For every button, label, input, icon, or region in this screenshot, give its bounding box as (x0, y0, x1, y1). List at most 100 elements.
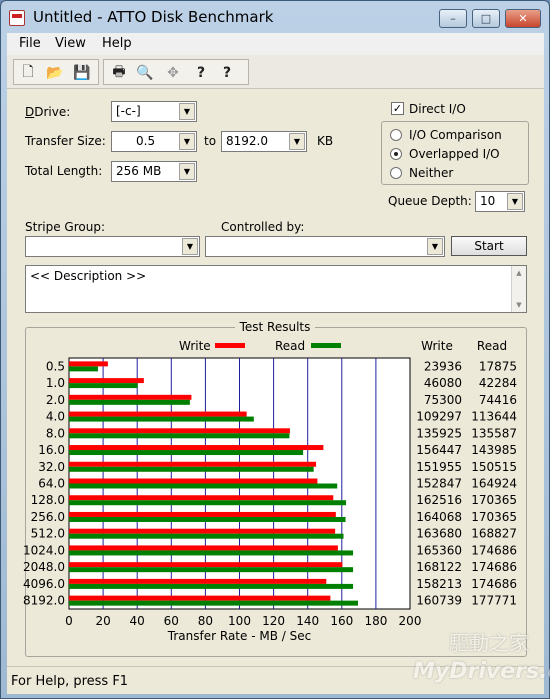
move-icon[interactable]: ✥ (162, 62, 184, 83)
table-write-value: 156447 (416, 443, 462, 457)
y-tick-label: 2.0 (46, 393, 65, 407)
table-read-header: Read (477, 339, 507, 353)
y-tick-label: 1024.0 (23, 543, 65, 557)
table-read-value: 168827 (471, 527, 517, 541)
x-tick-label: 120 (262, 614, 285, 628)
legend-write-swatch (215, 343, 245, 348)
bar-read (69, 483, 338, 489)
table-write-header: Write (421, 339, 453, 353)
y-tick-label: 16.0 (38, 443, 65, 457)
menu-help[interactable]: Help (102, 36, 132, 51)
table-read-value: 174686 (471, 577, 517, 591)
y-tick-label: 8192.0 (23, 594, 65, 608)
table-write-value: 151955 (416, 460, 462, 474)
x-tick-label: 0 (65, 614, 73, 628)
bar-read (69, 416, 254, 422)
table-read-value: 113644 (471, 410, 517, 424)
table-write-value: 165360 (416, 543, 462, 557)
table-read-value: 177771 (471, 594, 517, 608)
bar-write (69, 461, 317, 467)
bar-write (69, 378, 144, 384)
y-tick-label: 256.0 (31, 510, 65, 524)
table-write-value: 164068 (416, 510, 462, 524)
watermark-logo: 驅動之家 MyDrivers.com (411, 623, 550, 693)
maximize-button[interactable]: □ (472, 9, 500, 28)
table-write-value: 158213 (416, 577, 462, 591)
bar-write (69, 495, 334, 501)
status-text: For Help, press F1 (11, 674, 129, 689)
bar-read (69, 383, 138, 389)
print-icon[interactable]: 🖶 (108, 62, 130, 83)
bar-read (69, 399, 190, 405)
x-tick-label: 140 (296, 614, 319, 628)
y-tick-label: 2048.0 (23, 560, 65, 574)
toolbar-tools-group: 🖶 🔍 ✥ ? ? (103, 59, 249, 85)
x-tick-label: 100 (228, 614, 251, 628)
bar-write (69, 445, 324, 451)
table-write-value: 152847 (416, 477, 462, 491)
table-write-value: 135925 (416, 426, 462, 440)
watermark-site-text: MyDrivers.com (413, 659, 550, 684)
table-write-value: 75300 (424, 393, 462, 407)
table-read-value: 135587 (471, 426, 517, 440)
bar-write (69, 545, 338, 551)
menu-view[interactable]: View (55, 36, 86, 51)
y-tick-label: 64.0 (38, 477, 65, 491)
table-write-value: 109297 (416, 410, 462, 424)
new-file-icon[interactable]: 🗋 (17, 62, 39, 83)
bar-read (69, 600, 358, 606)
bar-read (69, 433, 290, 439)
table-read-value: 174686 (471, 560, 517, 574)
bar-read (69, 500, 347, 506)
table-read-value: 42284 (479, 376, 517, 390)
bar-read (69, 466, 314, 472)
legend-read-swatch (311, 343, 341, 348)
close-button[interactable]: ✕ (505, 9, 541, 28)
toolbar-file-group: 🗋 📂 💾 (13, 59, 99, 85)
table-read-value: 170365 (471, 510, 517, 524)
menu-file[interactable]: File (19, 36, 41, 51)
help-icon[interactable]: ? (190, 62, 212, 83)
bar-write (69, 578, 327, 584)
menu-bar: File View Help (7, 33, 544, 55)
y-tick-label: 32.0 (38, 460, 65, 474)
legend-read-label: Read (275, 339, 305, 353)
toolbar: 🗋 📂 💾 🖶 🔍 ✥ ? ? (7, 55, 544, 89)
print-preview-icon[interactable]: 🔍 (134, 62, 156, 83)
x-tick-label: 180 (364, 614, 387, 628)
bar-write (69, 478, 318, 484)
bar-write (69, 361, 108, 367)
save-icon[interactable]: 💾 (71, 62, 93, 83)
legend-write-label: Write (179, 339, 211, 353)
test-results-chart: Test Results Write Read Write Read 0 20 40 60 80 1… (23, 320, 517, 643)
x-tick-label: 60 (164, 614, 179, 628)
bar-write (69, 428, 290, 434)
y-tick-label: 4096.0 (23, 577, 65, 591)
table-write-value: 162516 (416, 493, 462, 507)
x-tick-label: 160 (330, 614, 353, 628)
y-tick-label: 0.5 (46, 359, 65, 373)
y-tick-label: 512.0 (31, 527, 65, 541)
bar-write (69, 394, 192, 400)
minimize-button[interactable]: – (439, 9, 467, 28)
bar-read (69, 583, 354, 589)
bar-write (69, 411, 247, 417)
x-tick-label: 20 (95, 614, 110, 628)
context-help-icon[interactable]: ? (216, 62, 238, 83)
bar-read (69, 567, 354, 573)
table-write-value: 168122 (416, 560, 462, 574)
open-folder-icon[interactable]: 📂 (44, 62, 66, 83)
table-read-value: 164924 (471, 477, 517, 491)
table-read-value: 150515 (471, 460, 517, 474)
x-axis-label: Transfer Rate - MB / Sec (167, 629, 311, 643)
chart-title: Test Results (239, 320, 311, 334)
main-panel: DDrive: [-c-] ▼ Transfer Size: 0.5 ▼ to 81… (7, 89, 544, 666)
table-read-value: 170365 (471, 493, 517, 507)
bar-read (69, 450, 304, 456)
table-read-value: 74416 (479, 393, 517, 407)
title-bar[interactable]: Untitled - ATTO Disk Benchmark – □ ✕ (1, 1, 549, 33)
table-write-value: 163680 (416, 527, 462, 541)
table-read-value: 17875 (479, 359, 517, 373)
bar-read (69, 516, 346, 522)
table-write-value: 46080 (424, 376, 462, 390)
